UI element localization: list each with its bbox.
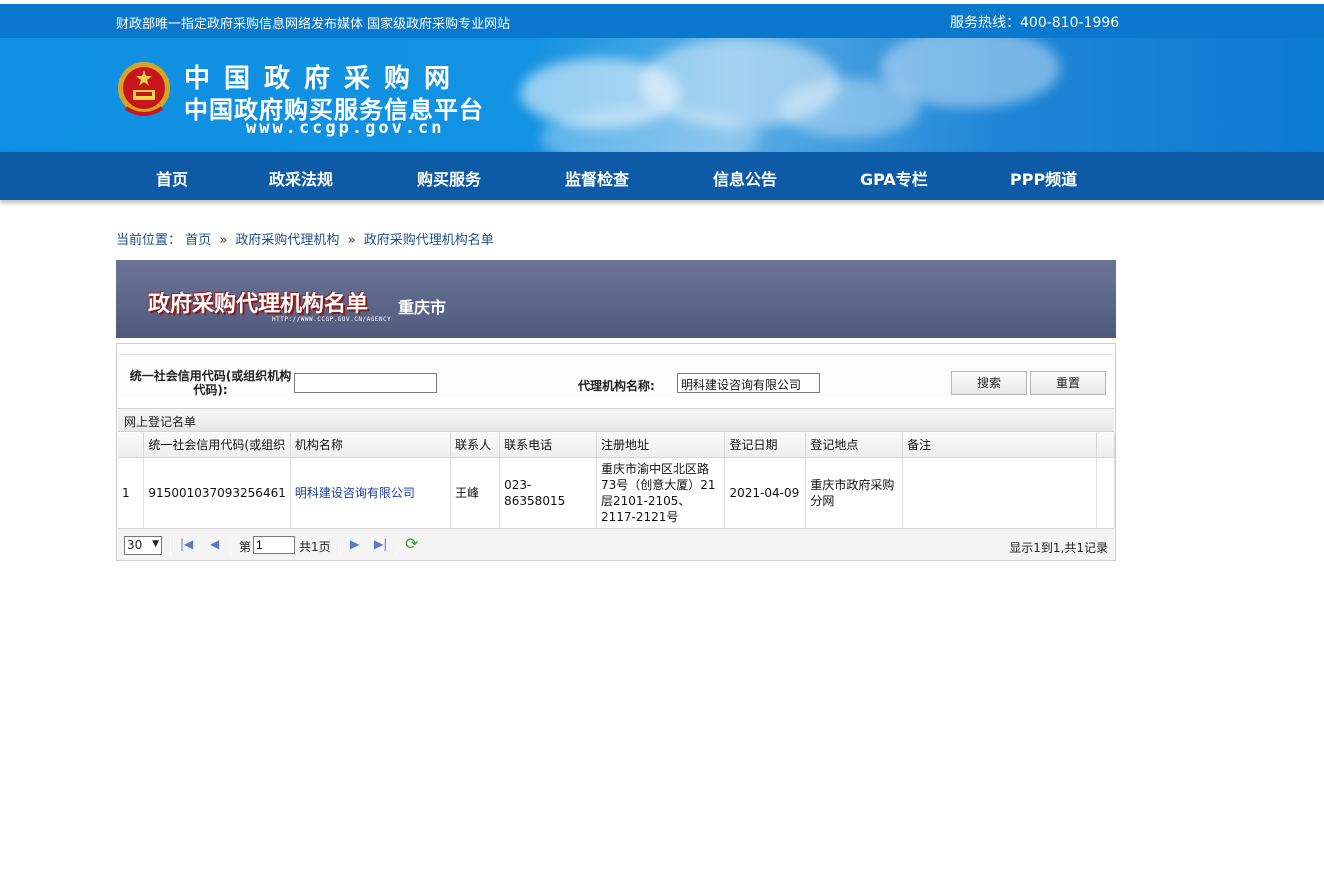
- last-page-icon[interactable]: ▶|: [374, 537, 387, 551]
- main-nav: 首页 政采法规 购买服务 监督检查 信息公告 GPA专栏 PPP频道: [0, 152, 1324, 200]
- col-agency-name[interactable]: 机构名称: [290, 433, 452, 458]
- search-button[interactable]: 搜索: [951, 371, 1027, 395]
- site-banner: 中国政府采购网 中国政府购买服务信息平台 www.ccgp.gov.cn: [0, 38, 1324, 152]
- top-bar: 财政部唯一指定政府采购信息网络发布媒体 国家级政府采购专业网站 服务热线：400…: [0, 4, 1324, 38]
- nav-supervision[interactable]: 监督检查: [565, 166, 629, 190]
- page-number-input[interactable]: [253, 536, 295, 554]
- reset-button[interactable]: 重置: [1030, 371, 1106, 395]
- cell-remark: [902, 457, 1097, 528]
- col-phone[interactable]: 联系电话: [499, 433, 597, 458]
- cell-address: 重庆市渝中区北区路73号（创意大厦）21层2101-2105、2117-2121…: [596, 457, 726, 528]
- pagination-bar: 30 ▼ |◀ ◀ 第 共1页 ▶ ▶| ⟳ 显示1到1,共1记录: [118, 528, 1114, 560]
- page-size-value: 30: [127, 538, 143, 552]
- col-scroll-spacer: [1096, 433, 1115, 458]
- pager-divider: [170, 535, 171, 555]
- section-subtitle: HTTP://WWW.CCGP.GOV.CN/AGENCY: [272, 316, 392, 323]
- cell-place: 重庆市政府采购分网: [805, 457, 904, 528]
- cell-spacer: [1096, 457, 1115, 528]
- nav-gpa[interactable]: GPA专栏: [860, 166, 928, 190]
- col-index: [118, 433, 145, 458]
- nav-ppp[interactable]: PPP频道: [1010, 166, 1077, 190]
- total-pages-text: 共1页: [299, 540, 331, 554]
- table-row[interactable]: 1 915001037093256461 明科建设咨询有限公司 王峰 023-8…: [118, 457, 1115, 528]
- first-page-icon[interactable]: |◀: [180, 537, 193, 551]
- cell-credit-code: 915001037093256461: [143, 457, 291, 528]
- pager-divider: [340, 535, 341, 555]
- next-page-icon[interactable]: ▶: [350, 537, 359, 551]
- grid-title: 网上登记名单: [118, 408, 1114, 432]
- breadcrumb-home[interactable]: 首页: [185, 233, 211, 248]
- nav-purchase-services[interactable]: 购买服务: [417, 166, 481, 190]
- cell-phone: 023-86358015: [499, 457, 597, 528]
- nav-home[interactable]: 首页: [156, 166, 188, 190]
- search-form: 统一社会信用代码(或组织机构代码): 代理机构名称: 明科建设咨询有限公司 搜索…: [118, 354, 1114, 398]
- logo-url: www.ccgp.gov.cn: [246, 118, 445, 138]
- section-title: 政府采购代理机构名单: [148, 292, 369, 317]
- col-address[interactable]: 注册地址: [596, 433, 726, 458]
- section-header: 政府采购代理机构名单 HTTP://WWW.CCGP.GOV.CN/AGENCY…: [116, 260, 1116, 338]
- cell-agency-name-link[interactable]: 明科建设咨询有限公司: [290, 457, 452, 528]
- cell-date: 2021-04-09: [724, 457, 807, 528]
- section-city: 重庆市: [398, 298, 447, 317]
- col-date[interactable]: 登记日期: [724, 433, 807, 458]
- pager-divider: [230, 535, 231, 555]
- page-size-select[interactable]: 30 ▼: [124, 536, 162, 555]
- refresh-icon[interactable]: ⟳: [405, 534, 418, 553]
- breadcrumb-agencies[interactable]: 政府采购代理机构: [235, 233, 339, 248]
- table-header-row: 统一社会信用代码(或组织 机构名称 联系人 联系电话 注册地址 登记日期 登记地…: [118, 433, 1115, 458]
- col-place[interactable]: 登记地点: [805, 433, 904, 458]
- hotline-text: 服务热线：400-810-1996: [950, 15, 1120, 31]
- code-input[interactable]: [294, 373, 437, 393]
- breadcrumb-separator: »: [347, 233, 356, 248]
- breadcrumb: 当前位置： 首页 » 政府采购代理机构 » 政府采购代理机构名单: [116, 229, 494, 248]
- breadcrumb-separator: »: [219, 233, 228, 248]
- slogan-text: 财政部唯一指定政府采购信息网络发布媒体 国家级政府采购专业网站: [116, 17, 511, 32]
- breadcrumb-agency-list[interactable]: 政府采购代理机构名单: [364, 233, 494, 248]
- agency-list-panel: 统一社会信用代码(或组织机构代码): 代理机构名称: 明科建设咨询有限公司 搜索…: [116, 343, 1116, 561]
- chevron-down-icon: ▼: [152, 539, 159, 549]
- nav-announcements[interactable]: 信息公告: [713, 166, 777, 190]
- cell-contact: 王峰: [450, 457, 501, 528]
- agency-table: 统一社会信用代码(或组织 机构名称 联系人 联系电话 注册地址 登记日期 登记地…: [118, 433, 1115, 528]
- col-contact[interactable]: 联系人: [450, 433, 501, 458]
- pager-divider: [396, 535, 397, 555]
- breadcrumb-prefix: 当前位置：: [116, 233, 182, 248]
- prev-page-icon[interactable]: ◀: [210, 537, 219, 551]
- code-label: 统一社会信用代码(或组织机构代码):: [129, 369, 292, 397]
- agency-name-label: 代理机构名称:: [578, 379, 655, 393]
- agency-name-input[interactable]: 明科建设咨询有限公司: [677, 373, 820, 393]
- col-remark[interactable]: 备注: [902, 433, 1097, 458]
- page-label: 第: [239, 540, 252, 554]
- records-summary: 显示1到1,共1记录: [1009, 541, 1108, 555]
- national-emblem-icon: [118, 62, 170, 116]
- col-credit-code[interactable]: 统一社会信用代码(或组织: [143, 433, 291, 458]
- nav-regulations[interactable]: 政采法规: [269, 166, 333, 190]
- cell-index: 1: [118, 457, 145, 528]
